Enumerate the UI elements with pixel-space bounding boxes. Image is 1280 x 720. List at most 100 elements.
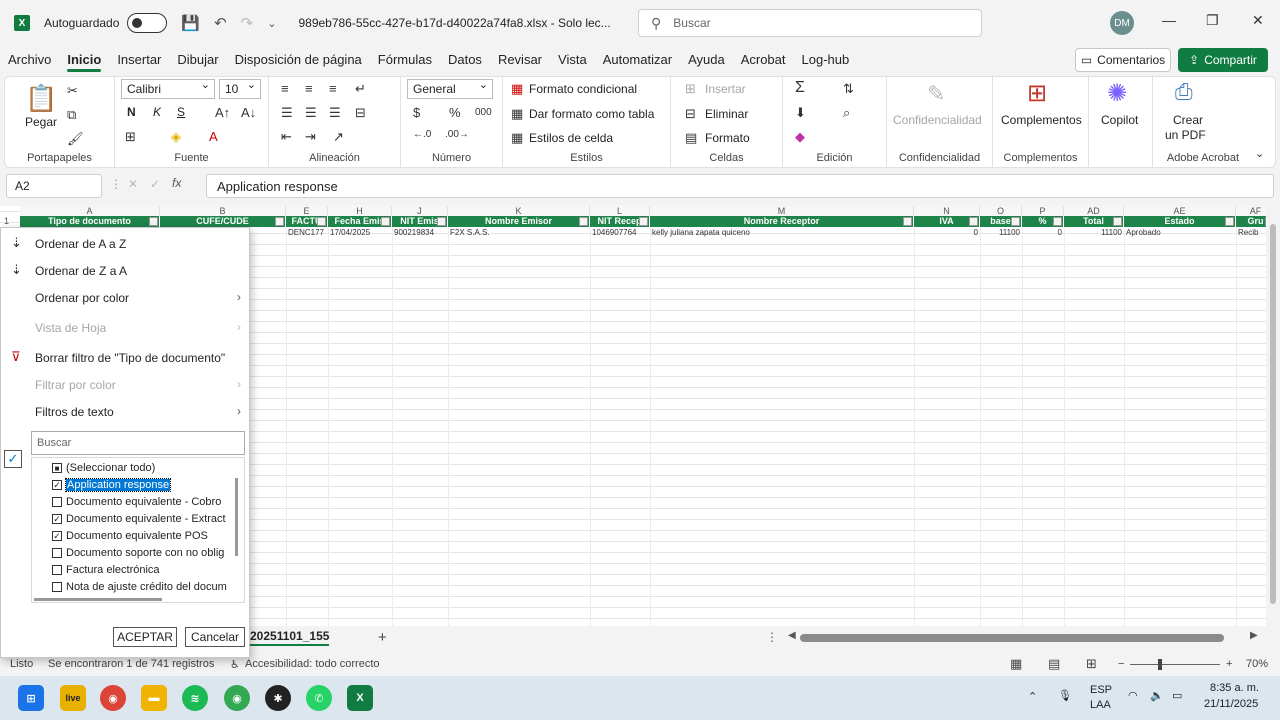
sort-by-color-item[interactable]: Ordenar por color	[35, 291, 129, 305]
menu-tab-automatizar[interactable]: Automatizar	[595, 46, 680, 74]
list-horizontal-scrollbar[interactable]	[34, 598, 162, 601]
format-table-button[interactable]: Dar formato como tabla	[529, 107, 654, 121]
vertical-scroll-thumb[interactable]	[1270, 224, 1276, 604]
zoom-in-icon[interactable]: +	[1226, 658, 1232, 670]
align-bottom-icon[interactable]: ≡	[329, 81, 337, 96]
italic-button[interactable]: K	[153, 105, 161, 119]
collapse-ribbon-icon[interactable]: ⌄	[1255, 147, 1264, 160]
column-letter-e[interactable]: E	[286, 206, 328, 216]
table-header-cell[interactable]: NIT Recep	[590, 216, 650, 227]
table-header-cell[interactable]: %	[1022, 216, 1064, 227]
accept-button[interactable]: ACEPTAR	[113, 627, 177, 647]
insert-cells-button[interactable]: Insertar	[705, 82, 746, 96]
table-cell[interactable]: DENC177	[286, 228, 328, 239]
clear-filter-item[interactable]: Borrar filtro de "Tipo de documento"	[35, 351, 225, 365]
menu-tab-datos[interactable]: Datos	[440, 46, 490, 74]
create-pdf-button[interactable]: Crear	[1173, 113, 1203, 127]
filter-dropdown-icon[interactable]	[579, 217, 588, 226]
chrome-icon[interactable]: ◉	[100, 685, 126, 711]
chrome-profile-icon[interactable]: ◉	[224, 685, 250, 711]
menu-tab-f-rmulas[interactable]: Fórmulas	[370, 46, 440, 74]
conditional-format-button[interactable]: Formato condicional	[529, 82, 637, 96]
table-cell[interactable]: 0	[914, 228, 980, 239]
column-letter-ae[interactable]: AE	[1124, 206, 1236, 216]
align-left-icon[interactable]: ☰	[281, 105, 293, 121]
minimize-icon[interactable]: —	[1162, 12, 1176, 28]
customize-toolbar-icon[interactable]: ⌄	[267, 17, 276, 30]
decrease-font-icon[interactable]: A↓	[241, 105, 256, 120]
font-size-select[interactable]: 10	[219, 78, 261, 99]
paste-icon[interactable]: 📋	[25, 83, 57, 114]
column-letter-a[interactable]: A	[20, 206, 160, 216]
filter-dropdown-icon[interactable]	[1225, 217, 1234, 226]
table-cell[interactable]: 11100	[980, 228, 1022, 239]
filter-search-input[interactable]: Buscar	[31, 431, 245, 455]
table-cell[interactable]: Aprobado	[1124, 228, 1236, 239]
table-header-cell[interactable]: CUFE/CUDE	[160, 216, 286, 227]
table-cell[interactable]: 11100	[1064, 228, 1124, 239]
table-header-cell[interactable]: IVA	[914, 216, 980, 227]
menu-tab-ayuda[interactable]: Ayuda	[680, 46, 733, 74]
menu-tab-disposici-n-de-p-gina[interactable]: Disposición de página	[227, 46, 370, 74]
filter-dropdown-icon[interactable]	[969, 217, 978, 226]
table-header-cell[interactable]: Estado	[1124, 216, 1236, 227]
cancel-entry-icon[interactable]: ✕	[128, 177, 138, 191]
name-box[interactable]: A2	[6, 174, 102, 198]
scroll-left-icon[interactable]: ◀	[788, 630, 796, 641]
save-icon[interactable]: 💾	[181, 14, 200, 32]
clock-date[interactable]: 21/11/2025	[1204, 698, 1258, 710]
add-sheet-icon[interactable]: +	[378, 629, 387, 646]
table-header-cell[interactable]: Nombre Emisor	[448, 216, 590, 227]
table-cell[interactable]: F2X S.A.S.	[448, 228, 590, 239]
table-header-cell[interactable]: Nombre Receptor	[650, 216, 914, 227]
menu-tab-acrobat[interactable]: Acrobat	[733, 46, 794, 74]
filter-value-item[interactable]: Factura electrónica	[52, 562, 160, 578]
table-cell[interactable]: kelly juliana zapata quiceno	[650, 228, 914, 239]
autosum-icon[interactable]: Σ	[795, 79, 805, 97]
page-layout-icon[interactable]: ▤	[1048, 656, 1060, 672]
menu-tab-vista[interactable]: Vista	[550, 46, 595, 74]
language-code[interactable]: ESP	[1090, 684, 1112, 696]
zoom-out-icon[interactable]: −	[1118, 658, 1124, 670]
checkbox[interactable]	[52, 463, 62, 473]
filter-dropdown-icon[interactable]	[1053, 217, 1062, 226]
copilot-button[interactable]: Copilot	[1101, 113, 1138, 127]
menu-tab-archivo[interactable]: Archivo	[0, 46, 59, 74]
filter-dropdown-icon[interactable]	[1113, 217, 1122, 226]
font-family-select[interactable]: Calibri	[121, 78, 215, 99]
tray-chevron-icon[interactable]: ⌃	[1028, 690, 1037, 703]
checkbox[interactable]	[52, 548, 62, 558]
more-options-icon[interactable]: ⋮	[110, 177, 122, 191]
table-header-cell[interactable]: Total	[1064, 216, 1124, 227]
share-button[interactable]: ⇪ Compartir	[1178, 48, 1268, 72]
column-letter-m[interactable]: M	[650, 206, 914, 216]
table-header-cell[interactable]: Gru	[1236, 216, 1266, 227]
checkbox[interactable]	[52, 565, 62, 575]
find-icon[interactable]: ⌕	[843, 105, 850, 121]
filter-dropdown-icon[interactable]	[1011, 217, 1020, 226]
sheet-tab[interactable]: 20251101_155	[250, 629, 330, 646]
table-cell[interactable]: 17/04/2025	[328, 228, 392, 239]
checkbox[interactable]	[52, 582, 62, 592]
table-cell[interactable]: 900219834	[392, 228, 448, 239]
filter-dropdown-icon[interactable]	[275, 217, 284, 226]
page-break-icon[interactable]: ⊞	[1086, 656, 1097, 672]
table-header-cell[interactable]: base	[980, 216, 1022, 227]
list-vertical-scrollbar[interactable]	[235, 478, 238, 556]
column-letter-j[interactable]: J	[392, 206, 448, 216]
text-filters-item[interactable]: Filtros de texto	[35, 405, 114, 419]
checkbox[interactable]	[52, 497, 62, 507]
cut-icon[interactable]: ✂	[67, 83, 78, 99]
formula-input[interactable]: Application response	[206, 174, 1274, 198]
volume-icon[interactable]: 🔈	[1150, 689, 1164, 702]
confirm-entry-icon[interactable]: ✓	[150, 177, 160, 191]
filter-values-list[interactable]: (Seleccionar todo) Application response Do…	[31, 457, 245, 603]
paste-button[interactable]: Pegar	[25, 115, 57, 129]
cell-styles-button[interactable]: Estilos de celda	[529, 131, 613, 145]
sheet-view-item[interactable]: Vista de Hoja	[35, 321, 106, 335]
sort-za-item[interactable]: Ordenar de Z a A	[35, 264, 127, 278]
filter-dropdown-icon[interactable]	[317, 217, 326, 226]
table-cell[interactable]: 0	[1022, 228, 1064, 239]
zoom-level[interactable]: 70%	[1246, 658, 1268, 670]
table-cell[interactable]: 1046907764	[590, 228, 650, 239]
